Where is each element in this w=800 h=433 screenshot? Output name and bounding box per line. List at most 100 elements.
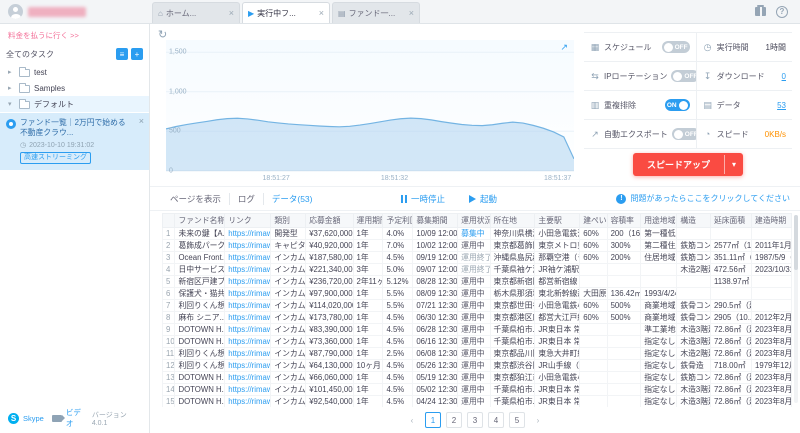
page-button-5[interactable]: 5 xyxy=(509,412,525,428)
table-row[interactable]: 1未来の鍵【A...https://rimaw...開発型¥37,620,000… xyxy=(161,227,792,240)
close-icon[interactable]: × xyxy=(319,8,324,18)
cell-リンク[interactable]: https://rimaw... xyxy=(224,251,272,264)
cell-リンク[interactable]: https://rimaw... xyxy=(224,287,272,300)
cell-構造: 木造3階建 xyxy=(676,383,711,396)
setting-value[interactable]: 53 xyxy=(777,101,786,110)
expand-icon[interactable]: ↗ xyxy=(560,42,568,53)
add-task-icon[interactable]: + xyxy=(131,48,143,60)
toggle-knob xyxy=(673,129,683,139)
tab-home[interactable]: ⌂ ホーム... × xyxy=(152,2,240,23)
cell-リンク[interactable]: https://rimaw... xyxy=(224,335,272,348)
table-row[interactable]: 12利回りくん想...https://rimaw...インカム型¥64,130,… xyxy=(161,359,792,372)
cell-ファンド名称: 利回りくん想... xyxy=(174,347,226,360)
toggle-重複排除[interactable]: ON xyxy=(664,99,690,111)
refresh-icon[interactable]: ↻ xyxy=(158,28,167,41)
cell-募集期間: 06/08 12:30... xyxy=(412,347,459,360)
cell-リンク[interactable]: https://rimaw... xyxy=(224,359,272,372)
cell-建ぺい率: 60% xyxy=(579,239,608,252)
view-tab-データ(53)[interactable]: データ(53) xyxy=(264,193,321,205)
table-row[interactable]: 7利回りくん想...https://rimaw...インカム型¥114,020,… xyxy=(161,299,792,312)
issue-link-label: 問題があったらここをクリックしてください xyxy=(630,194,790,203)
task-timestamp: 2023-10-10 19:31:02 xyxy=(29,141,95,149)
cell-建ぺい率 xyxy=(579,383,608,396)
view-tab-ページを表示[interactable]: ページを表示 xyxy=(162,192,230,205)
cell-ファンド名称: 未来の鍵【A... xyxy=(174,227,226,240)
video-link[interactable]: ビデオ xyxy=(66,407,88,429)
app-window: ⌂ ホーム... × ▶ 実行中フ... × ▤ ファンド一... × ? 料金を払うに行く >… xyxy=(0,0,800,433)
table-row[interactable]: 13DOTOWN H...https://rimaw...インカム型¥66,06… xyxy=(161,371,792,384)
next-page-button[interactable]: › xyxy=(530,412,546,428)
toggle-IPローテーション[interactable]: OFF xyxy=(671,70,696,82)
table-row[interactable]: 6保護犬・猫共...https://rimaw...インカム型¥97,900,0… xyxy=(161,287,792,300)
task-card[interactable]: ファンド一覧｜2万円で始める不動産クラウ... × ◷ 2023-10-10 1… xyxy=(0,113,149,171)
cell-リンク[interactable]: https://rimaw... xyxy=(224,323,272,336)
close-icon[interactable]: × xyxy=(139,116,144,126)
table-row[interactable]: 4日中サービス...https://rimaw...インカム型¥221,340,… xyxy=(161,263,792,276)
table-scrollbar[interactable] xyxy=(794,215,798,403)
chart-panel: ↻ ↗ 0 500 1,000 1,500 18:51:27 18:51:32 18:51… xyxy=(158,28,576,186)
speedup-button[interactable]: スピードアップ ▾ xyxy=(632,153,744,176)
table-row[interactable]: 3Ocean Front...https://rimaw...インカム型¥187… xyxy=(161,251,792,264)
pause-button[interactable]: 一時停止 xyxy=(400,193,445,205)
skype-link[interactable]: Skype xyxy=(23,414,44,423)
cell-容積率: 500% xyxy=(606,299,642,312)
cell-リンク[interactable]: https://rimaw... xyxy=(224,371,272,384)
video-icon[interactable] xyxy=(51,414,65,422)
tab-label: ファンド一... xyxy=(348,8,396,18)
cell-主要駅: 小田急電鉄小... xyxy=(534,299,581,312)
close-icon[interactable]: × xyxy=(229,8,234,18)
toggle-スケジュール[interactable]: OFF xyxy=(661,41,690,53)
table-row[interactable]: 5新宿区戸建プ...https://rimaw...インカム型¥236,720,… xyxy=(161,275,792,288)
cell-応募金額: ¥83,390,000 xyxy=(305,323,354,336)
cell-リンク[interactable]: https://rimaw... xyxy=(224,227,272,240)
cell-リンク[interactable]: https://rimaw... xyxy=(224,239,272,252)
skype-icon[interactable]: S xyxy=(8,412,19,424)
tab-fund-list[interactable]: ▤ ファンド一... × xyxy=(332,2,420,23)
tab-label: ホーム... xyxy=(165,8,197,18)
play-icon xyxy=(469,194,476,203)
sidebar-item-デフォルト[interactable]: ▾ デフォルト xyxy=(0,96,149,112)
list-view-icon[interactable]: ≡ xyxy=(116,48,128,60)
cell-応募金額: ¥236,720,000 xyxy=(305,275,354,288)
table-row[interactable]: 2葛飾成パーク...https://rimaw...キャピタル型¥40,920,… xyxy=(161,239,792,252)
table-row[interactable]: 14DOTOWN H...https://rimaw...インカム型¥101,4… xyxy=(161,383,792,396)
sidebar-item-Samples[interactable]: ▸ Samples xyxy=(0,80,149,96)
avatar[interactable] xyxy=(8,4,23,19)
help-icon[interactable]: ? xyxy=(776,5,788,18)
prev-page-button[interactable]: ‹ xyxy=(404,412,420,428)
start-button[interactable]: 起動 xyxy=(469,193,497,205)
view-tab-ログ[interactable]: ログ xyxy=(230,192,264,205)
sidebar-item-test[interactable]: ▸ test xyxy=(0,64,149,80)
table-row[interactable]: 10DOTOWN H...https://rimaw...インカム型¥73,36… xyxy=(161,335,792,348)
cell-用途地域: 第二種住居地域... xyxy=(640,239,678,252)
home-icon: ⌂ xyxy=(158,8,163,18)
page-button-2[interactable]: 2 xyxy=(446,412,462,428)
cell-リンク[interactable]: https://rimaw... xyxy=(224,275,272,288)
page-button-1[interactable]: 1 xyxy=(425,412,441,428)
cell-リンク[interactable]: https://rimaw... xyxy=(224,347,272,360)
cell-運用期間: 1年 xyxy=(352,371,384,384)
table-row[interactable]: 15DOTOWN H...https://rimaw...インカム型¥92,54… xyxy=(161,395,792,407)
table-row[interactable]: 9DOTOWN H...https://rimaw...インカム型¥83,390… xyxy=(161,323,792,336)
table-row[interactable]: 8麻布 シニア...https://rimaw...インカム型¥173,780,… xyxy=(161,311,792,324)
setting-value[interactable]: 0 xyxy=(782,72,786,81)
cell-リンク[interactable]: https://rimaw... xyxy=(224,311,272,324)
close-icon[interactable]: × xyxy=(409,8,414,18)
cell-リンク[interactable]: https://rimaw... xyxy=(224,263,272,276)
toggle-自動エクスポート[interactable]: OFF xyxy=(671,128,696,140)
doc-icon: ▤ xyxy=(338,8,346,18)
row-index: 7 xyxy=(161,299,176,312)
chevron-down-icon[interactable]: ▾ xyxy=(724,155,743,174)
gift-icon[interactable] xyxy=(755,4,766,16)
page-button-4[interactable]: 4 xyxy=(488,412,504,428)
tab-running-task[interactable]: ▶ 実行中フ... × xyxy=(242,2,330,23)
table-row[interactable]: 11利回りくん想...https://rimaw...インカム型¥87,790,… xyxy=(161,347,792,360)
cell-リンク[interactable]: https://rimaw... xyxy=(224,299,272,312)
cell-リンク[interactable]: https://rimaw... xyxy=(224,395,272,407)
pay-link[interactable]: 料金を払うに行く >> xyxy=(0,24,149,45)
setting-label: 自動エクスポート xyxy=(604,129,668,139)
issue-link[interactable]: ! 問題があったらここをクリックしてください xyxy=(616,193,790,204)
cell-リンク[interactable]: https://rimaw... xyxy=(224,383,272,396)
page-button-3[interactable]: 3 xyxy=(467,412,483,428)
toggle-state: ON xyxy=(666,101,677,109)
